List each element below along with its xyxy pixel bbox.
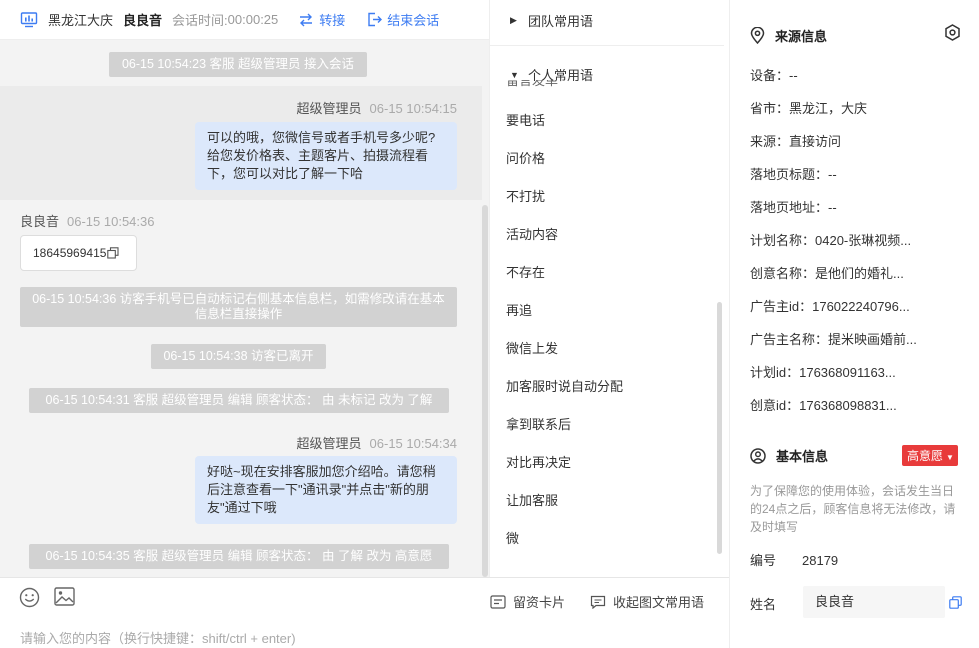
user-circle-icon	[750, 447, 766, 464]
info-advertiser-id: 广告主id：176022240796...	[750, 299, 910, 314]
monitor-icon	[20, 11, 38, 27]
agent-message-meta: 超级管理员 06-15 10:54:15	[297, 98, 457, 117]
caret-right-icon: ▶	[510, 15, 517, 25]
visitor-id-value: 28179	[802, 553, 839, 568]
basic-info-header: 基本信息	[750, 446, 828, 465]
agent-message-meta: 超级管理员 06-15 10:54:34	[297, 433, 457, 452]
source-info-header: 来源信息	[750, 26, 827, 45]
phrase-item[interactable]: 不打扰	[506, 186, 545, 205]
system-message: 06-15 10:54:35 客服 超级管理员 编辑 顾客状态： 由 了解 改为…	[29, 544, 449, 569]
system-message: 06-15 10:54:23 客服 超级管理员 接入会话	[109, 52, 367, 77]
location-pin-icon	[750, 27, 765, 44]
transfer-label: 转接	[319, 13, 346, 28]
exit-icon	[368, 12, 383, 27]
agent-name: 超级管理员	[296, 101, 362, 116]
visitor-info-panel: 来源信息 设备：-- 省市：黑龙江，大庆 来源：直接访问 落地页标题：-- 落地…	[729, 0, 979, 648]
message-time: 06-15 10:54:36	[67, 214, 155, 229]
visitor-message-meta: 良良音 06-15 10:54:36	[20, 211, 154, 230]
edit-deadline-note: 为了保障您的使用体验，会话发生当日的24点之后，顾客信息将无法修改，请及时填写	[750, 484, 956, 534]
collapse-phrases-button[interactable]: 收起图文常用语	[590, 592, 704, 611]
visitor-name-field[interactable]: 良良音	[803, 586, 945, 618]
info-source: 来源：直接访问	[750, 134, 842, 149]
info-province-city: 省市：黑龙江，大庆	[750, 101, 868, 116]
info-creative-id: 创意id：176368098831...	[750, 398, 897, 413]
phrase-item[interactable]: 活动内容	[506, 224, 558, 243]
message-composer: 留资卡片 收起图文常用语 请输入您的内容（换行快捷键：shift/ctrl + …	[0, 577, 729, 648]
transfer-icon	[300, 13, 313, 26]
info-device: 设备：--	[750, 68, 798, 83]
divider	[490, 45, 724, 46]
info-landing-url: 落地页地址：--	[750, 200, 837, 215]
info-advertiser-name: 广告主名称：提米映画婚前...	[750, 332, 917, 347]
session-time-label: 会话时间:	[172, 13, 228, 28]
system-message: 06-15 10:54:31 客服 超级管理员 编辑 顾客状态： 由 未标记 改…	[29, 388, 449, 413]
quick-phrases-panel: ▶ 团队常用语 ▼ 个人常用语 留言发单 要电话 问价格 不打扰 活动内容 不存…	[489, 0, 729, 577]
agent-message-bubble: 好哒~现在安排客服加您介绍哈。请您稍后注意查看一下"通讯录"并点击"新的朋友"通…	[195, 456, 457, 524]
visitor-msg-name: 良良音	[20, 214, 60, 229]
message-list[interactable]: 06-15 10:54:23 客服 超级管理员 接入会话 超级管理员 06-15 …	[0, 40, 489, 577]
visitor-name-label: 姓名	[750, 597, 777, 612]
phrase-item[interactable]: 拿到联系后	[506, 414, 571, 433]
lead-card-label: 留资卡片	[513, 595, 566, 610]
phrase-item[interactable]: 对比再决定	[506, 452, 571, 471]
visitor-message-bubble: 18645969415	[20, 235, 137, 271]
settings-icon[interactable]	[944, 24, 961, 41]
chat-workspace: 黑龙江大庆 良良音 会话时间: 00:00:25 转接 结束会话 06-15 1…	[0, 0, 979, 648]
visitor-name: 良良音	[123, 13, 163, 28]
info-creative-name: 创意名称：是他们的婚礼...	[750, 266, 904, 281]
intent-status-dropdown[interactable]: 高意愿 ▼	[902, 445, 958, 466]
system-message: 06-15 10:54:36 访客手机号已自动标记右侧基本信息栏，如需修改请在基…	[20, 287, 457, 327]
intent-status-label: 高意愿	[907, 449, 944, 463]
phrase-item[interactable]: 不存在	[506, 262, 545, 281]
lead-card-button[interactable]: 留资卡片	[490, 592, 565, 611]
phrase-item[interactable]: 加客服时说自动分配	[506, 376, 623, 395]
end-session-button[interactable]: 结束会话	[367, 10, 439, 29]
phrase-item[interactable]: 让加客服	[506, 490, 558, 509]
message-time: 06-15 10:54:15	[369, 101, 457, 116]
visitor-phone-text: 18645969415	[33, 246, 107, 260]
visitor-location: 黑龙江大庆	[48, 13, 114, 28]
card-icon	[490, 594, 506, 609]
info-plan-id: 计划id：176368091163...	[750, 365, 896, 380]
agent-message-bubble: 可以的哦，您微信号或者手机号多少呢?给您发价格表、主题客片、拍摄流程看下，您可以…	[195, 122, 457, 190]
copy-icon[interactable]	[107, 247, 119, 259]
source-info-title: 来源信息	[775, 29, 828, 44]
team-phrases-label: 团队常用语	[528, 14, 594, 29]
info-landing-title: 落地页标题：--	[750, 167, 837, 182]
collapse-phrases-label: 收起图文常用语	[613, 595, 705, 610]
visitor-id-label: 编号	[750, 553, 777, 568]
message-input[interactable]: 请输入您的内容（换行快捷键：shift/ctrl + enter)	[20, 628, 296, 647]
caret-down-icon: ▼	[510, 69, 519, 80]
phrase-item[interactable]: 微	[506, 528, 519, 547]
transfer-button[interactable]: 转接	[298, 10, 345, 29]
info-plan-name: 计划名称：0420-张琳视频...	[750, 233, 912, 248]
chat-panel: 黑龙江大庆 良良音 会话时间: 00:00:25 转接 结束会话 06-15 1…	[0, 0, 489, 648]
caret-down-icon: ▼	[946, 453, 954, 462]
emoji-icon[interactable]	[19, 587, 40, 608]
system-message: 06-15 10:54:38 访客已离开	[151, 344, 326, 369]
chat-header: 黑龙江大庆 良良音 会话时间: 00:00:25 转接 结束会话	[0, 0, 489, 40]
phrases-scrollbar[interactable]	[717, 302, 722, 554]
phrase-item[interactable]: 要电话	[506, 110, 545, 129]
session-time-value: 00:00:25	[227, 12, 279, 27]
team-phrases-group[interactable]: ▶ 团队常用语	[510, 11, 593, 30]
agent-name: 超级管理员	[296, 436, 362, 451]
copy-icon[interactable]	[949, 596, 962, 609]
visitor-id-row: 编号 28179	[750, 550, 838, 569]
image-icon[interactable]	[54, 587, 75, 606]
phrase-item-partial[interactable]: 留言发单	[506, 80, 586, 90]
phrase-item[interactable]: 微信上发	[506, 338, 558, 357]
basic-info-title: 基本信息	[776, 449, 829, 464]
message-scrollbar[interactable]	[482, 205, 488, 577]
phrase-item[interactable]: 再追	[506, 300, 532, 319]
message-icon	[590, 595, 606, 609]
end-session-label: 结束会话	[387, 13, 440, 28]
phrase-item[interactable]: 问价格	[506, 148, 545, 167]
message-time: 06-15 10:54:34	[369, 436, 457, 451]
